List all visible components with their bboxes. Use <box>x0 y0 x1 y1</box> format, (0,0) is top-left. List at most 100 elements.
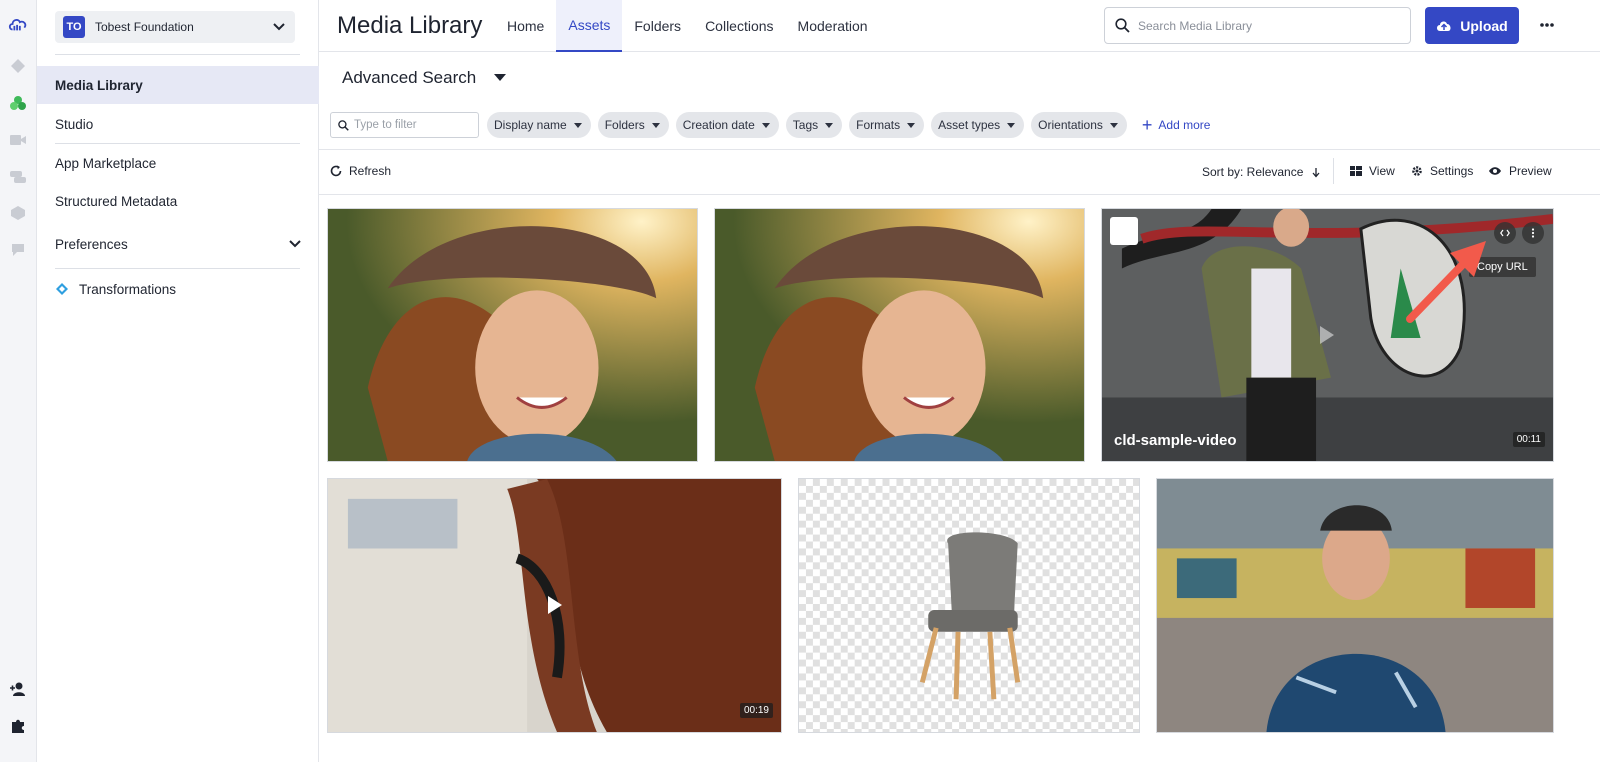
code-icon <box>1500 229 1510 237</box>
vertical-dots-icon <box>1531 228 1535 238</box>
tab-collections[interactable]: Collections <box>693 0 785 52</box>
sort-dropdown[interactable]: Sort by: Relevance <box>1202 165 1321 179</box>
main-tabs: Home Assets Folders Collections Moderati… <box>495 0 880 52</box>
chip-label: Display name <box>494 118 567 132</box>
puzzle-icon[interactable] <box>8 716 28 736</box>
advanced-search-toggle[interactable]: Advanced Search <box>342 68 507 88</box>
search-icon <box>338 119 349 131</box>
refresh-label: Refresh <box>349 164 392 178</box>
chip-label: Formats <box>856 118 901 132</box>
cube-icon[interactable] <box>8 203 28 223</box>
caret-down-icon <box>825 122 834 128</box>
sidebar-item-studio[interactable]: Studio <box>37 105 319 143</box>
asset-card-video[interactable]: Copy URL cld-sample-video 00:11 <box>1101 208 1554 462</box>
asset-thumbnail-image <box>715 209 1084 461</box>
filter-input-box <box>330 112 479 138</box>
top-header: Media Library Home Assets Folders Collec… <box>319 0 1600 52</box>
sidebar-divider <box>55 54 300 55</box>
view-button[interactable]: View <box>1350 164 1395 178</box>
asset-card[interactable] <box>714 208 1085 462</box>
search-box <box>1104 7 1411 44</box>
video-camera-icon[interactable] <box>8 130 28 150</box>
sidebar-item-structured-metadata[interactable]: Structured Metadata <box>37 182 319 220</box>
filter-folders[interactable]: Folders <box>597 112 669 138</box>
filter-input[interactable] <box>354 119 474 131</box>
cloud-logo-icon[interactable] <box>8 14 28 34</box>
add-user-icon[interactable] <box>8 679 28 699</box>
preview-label: Preview <box>1509 164 1552 178</box>
chip-label: Creation date <box>682 118 755 132</box>
caret-down-icon <box>907 122 916 128</box>
refresh-button[interactable]: Refresh <box>330 164 391 178</box>
filter-formats[interactable]: Formats <box>849 112 925 138</box>
chevron-down-icon <box>273 23 285 31</box>
org-selector[interactable]: TO Tobest Foundation <box>55 11 295 43</box>
sidebar-item-label: Preferences <box>55 236 128 252</box>
caret-down-icon <box>651 122 660 128</box>
more-options-icon[interactable] <box>1539 16 1555 34</box>
search-input[interactable] <box>1138 18 1398 33</box>
filter-asset-types[interactable]: Asset types <box>931 112 1025 138</box>
view-label: View <box>1369 164 1395 178</box>
org-name: Tobest Foundation <box>95 20 194 34</box>
arrow-down-icon <box>1312 167 1320 177</box>
settings-button[interactable]: Settings <box>1411 164 1473 178</box>
chip-label: Tags <box>792 118 819 132</box>
toolbar-separator <box>1333 158 1334 184</box>
caret-down-icon <box>1109 122 1118 128</box>
refresh-icon <box>330 165 342 177</box>
tab-moderation[interactable]: Moderation <box>786 0 880 52</box>
upload-label: Upload <box>1460 17 1508 34</box>
preview-button[interactable]: Preview <box>1488 164 1552 178</box>
sidebar-item-label: App Marketplace <box>55 155 157 171</box>
sidebar-item-app-marketplace[interactable]: App Marketplace <box>37 144 319 182</box>
asset-title: cld-sample-video <box>1114 432 1237 449</box>
filter-orientations[interactable]: Orientations <box>1031 112 1127 138</box>
tab-assets[interactable]: Assets <box>556 0 623 52</box>
play-icon <box>548 596 562 614</box>
asset-card[interactable] <box>327 208 698 462</box>
select-checkbox[interactable] <box>1110 217 1138 245</box>
upload-button[interactable]: Upload <box>1425 7 1519 44</box>
asset-more-options-button[interactable] <box>1522 222 1544 244</box>
play-icon <box>1320 326 1334 344</box>
asset-card[interactable] <box>798 478 1140 733</box>
filter-display-name[interactable]: Display name <box>487 112 591 138</box>
asset-thumbnail-image <box>328 209 697 461</box>
sidebar: TO Tobest Foundation Media Library Studi… <box>37 0 319 762</box>
sidebar-divider <box>55 268 300 269</box>
diamond-icon[interactable] <box>8 56 28 76</box>
copy-url-button[interactable] <box>1494 222 1516 244</box>
tab-home[interactable]: Home <box>495 0 556 52</box>
filter-bar: Display name Folders Creation date Tags … <box>330 112 1210 138</box>
settings-label: Settings <box>1430 164 1474 178</box>
sidebar-item-label: Media Library <box>55 77 143 93</box>
eye-icon <box>1489 167 1501 175</box>
sidebar-item-transformations[interactable]: Transformations <box>37 270 319 308</box>
chat-bubble-icon[interactable] <box>8 240 28 260</box>
assets-cluster-icon[interactable] <box>8 93 28 113</box>
asset-card[interactable] <box>1156 478 1554 733</box>
sidebar-item-preferences[interactable]: Preferences <box>37 225 319 263</box>
sidebar-item-label: Transformations <box>79 281 177 297</box>
sidebar-item-label: Structured Metadata <box>55 193 178 209</box>
chip-label: Orientations <box>1038 118 1103 132</box>
sidebar-item-label: Studio <box>55 116 94 132</box>
caret-down-icon <box>1007 122 1016 128</box>
grid-view-icon <box>1350 166 1362 176</box>
transformations-diamond-icon <box>56 283 68 295</box>
asset-thumbnail-image <box>799 479 1139 732</box>
stack-icon[interactable] <box>8 167 28 187</box>
callout-arrow-icon <box>1406 241 1486 323</box>
tab-folders[interactable]: Folders <box>622 0 693 52</box>
sidebar-item-media-library[interactable]: Media Library <box>37 66 319 104</box>
caret-down-icon <box>573 122 582 128</box>
add-more-filters-button[interactable]: + Add more <box>1142 116 1211 134</box>
sort-label: Sort by: Relevance <box>1202 165 1304 179</box>
filter-creation-date[interactable]: Creation date <box>675 112 779 138</box>
divider <box>319 194 1600 195</box>
asset-card-video[interactable]: 00:19 <box>327 478 782 733</box>
app-icon-rail <box>0 0 37 762</box>
caret-down-icon <box>761 122 770 128</box>
filter-tags[interactable]: Tags <box>785 112 843 138</box>
